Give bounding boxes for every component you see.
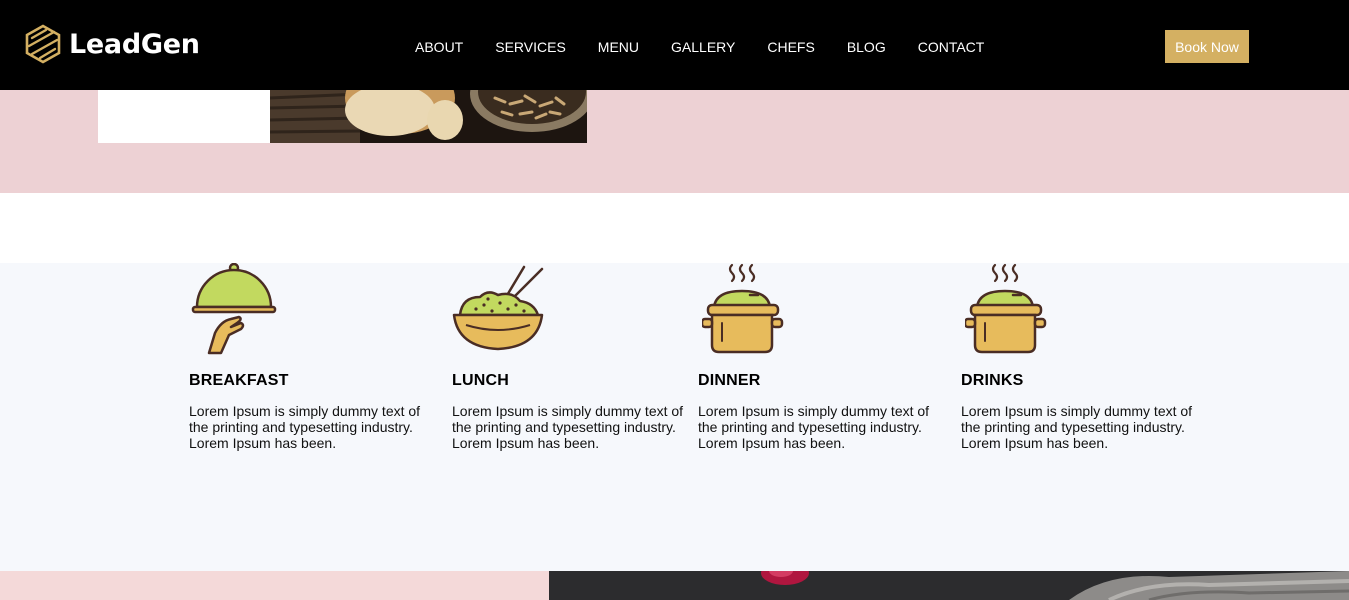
service-description: Lorem Ipsum is simply dummy text of the …	[698, 403, 930, 451]
brand-logo[interactable]: LeadGen	[24, 24, 200, 64]
next-section-photo	[549, 571, 1349, 600]
nav-item-menu[interactable]: MENU	[598, 39, 639, 55]
service-title: DINNER	[698, 372, 761, 389]
logo-icon	[25, 24, 61, 64]
nav-item-contact[interactable]: CONTACT	[918, 39, 985, 55]
site-header: LeadGen ABOUT SERVICES MENU GALLERY CHEF…	[0, 0, 1349, 90]
nav-item-gallery[interactable]: GALLERY	[671, 39, 735, 55]
nav-item-services[interactable]: SERVICES	[495, 39, 566, 55]
main-nav: ABOUT SERVICES MENU GALLERY CHEFS BLOG C…	[399, 0, 1000, 94]
service-description: Lorem Ipsum is simply dummy text of the …	[452, 403, 684, 451]
service-title: DRINKS	[961, 372, 1024, 389]
service-title: LUNCH	[452, 372, 509, 389]
nav-item-chefs[interactable]: CHEFS	[767, 39, 814, 55]
food-photo	[270, 90, 587, 143]
cooking-pot-icon	[702, 263, 784, 354]
nav-item-about[interactable]: ABOUT	[415, 39, 463, 55]
service-description: Lorem Ipsum is simply dummy text of the …	[961, 403, 1193, 451]
cooking-pot-icon	[965, 263, 1047, 354]
service-title: BREAKFAST	[189, 372, 289, 389]
rice-bowl-icon	[452, 265, 544, 351]
cloche-icon	[191, 263, 277, 355]
section-spacer	[0, 193, 1349, 263]
hero-card	[98, 90, 270, 143]
services-section: BREAKFAST Lorem Ipsum is simply dummy te…	[0, 263, 1349, 571]
service-description: Lorem Ipsum is simply dummy text of the …	[189, 403, 421, 451]
next-section-panel	[0, 571, 549, 600]
brand-name: LeadGen	[69, 28, 200, 60]
book-now-button[interactable]: Book Now	[1165, 30, 1249, 63]
nav-item-blog[interactable]: BLOG	[847, 39, 886, 55]
